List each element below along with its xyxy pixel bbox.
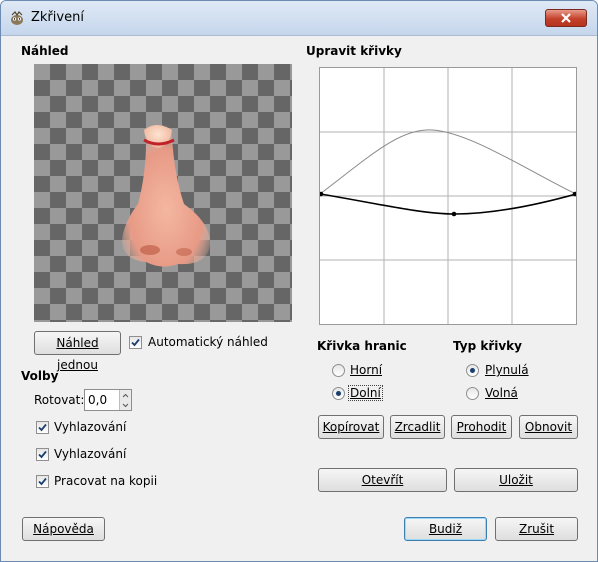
curve-type-heading: Typ křivky xyxy=(453,339,522,353)
help-label: Nápověda xyxy=(33,522,94,536)
preview-canvas xyxy=(34,64,292,322)
cancel-button[interactable]: Zrušit xyxy=(495,517,578,541)
lower-radio[interactable] xyxy=(332,387,345,400)
help-button[interactable]: Nápověda xyxy=(22,517,105,541)
close-icon xyxy=(561,13,571,23)
free-label[interactable]: Volná xyxy=(485,386,518,400)
upper-label[interactable]: Horní xyxy=(350,363,382,377)
upper-radio[interactable] xyxy=(332,364,345,377)
preview-once-label: Náhled jednou xyxy=(56,336,99,372)
mirror-button[interactable]: Zrcadlit xyxy=(390,415,445,439)
copy-button[interactable]: Kopírovat xyxy=(318,415,384,439)
swap-label: Prohodit xyxy=(456,420,507,434)
mirror-label: Zrcadlit xyxy=(394,420,441,434)
antialias1-checkbox[interactable] xyxy=(36,421,49,434)
rotate-label: Rotovat: xyxy=(34,393,85,407)
ok-button[interactable]: Budiž xyxy=(404,517,487,541)
title-bar: Zkřivení xyxy=(1,1,597,36)
spin-down-button[interactable] xyxy=(119,400,131,410)
rotate-input[interactable] xyxy=(88,393,118,407)
save-label: Uložit xyxy=(499,473,533,487)
border-curve-heading: Křivka hranic xyxy=(317,339,407,353)
smooth-radio[interactable] xyxy=(466,364,479,377)
options-heading: Volby xyxy=(21,369,59,383)
antialias1-label[interactable]: Vyhlazování xyxy=(54,420,126,434)
reset-label: Obnovit xyxy=(524,420,573,434)
cancel-label: Zrušit xyxy=(518,522,555,536)
checkmark-icon xyxy=(131,338,140,347)
free-radio[interactable] xyxy=(466,387,479,400)
checkmark-icon xyxy=(38,423,47,432)
swap-button[interactable]: Prohodit xyxy=(451,415,512,439)
preview-heading: Náhled xyxy=(21,44,69,58)
chevron-down-icon xyxy=(122,403,129,408)
auto-preview-checkbox[interactable] xyxy=(129,336,142,349)
checkmark-icon xyxy=(38,477,47,486)
antialias2-label[interactable]: Vyhlazování xyxy=(54,447,126,461)
work-on-copy-checkbox[interactable] xyxy=(36,475,49,488)
antialias2-checkbox[interactable] xyxy=(36,448,49,461)
curve-editor[interactable] xyxy=(319,67,577,325)
lower-label[interactable]: Dolní xyxy=(348,385,383,401)
checkmark-icon xyxy=(38,450,47,459)
open-label: Otevřít xyxy=(361,473,404,487)
rotate-spinner[interactable] xyxy=(84,389,132,411)
ok-label: Budiž xyxy=(428,522,463,536)
curve-graph[interactable] xyxy=(320,68,576,324)
window-title: Zkřivení xyxy=(31,10,84,25)
close-button[interactable] xyxy=(545,9,587,27)
preview-once-button[interactable]: Náhled jednou xyxy=(34,331,121,372)
open-button[interactable]: Otevřít xyxy=(318,468,447,492)
smooth-label[interactable]: Plynulá xyxy=(485,363,529,377)
save-button[interactable]: Uložit xyxy=(454,468,578,492)
copy-label: Kopírovat xyxy=(322,420,380,434)
auto-preview-label[interactable]: Automatický náhled xyxy=(148,335,268,349)
gimp-app-icon xyxy=(11,11,23,25)
curves-heading: Upravit křivky xyxy=(306,44,402,58)
reset-button[interactable]: Obnovit xyxy=(519,415,578,439)
work-on-copy-label[interactable]: Pracovat na kopii xyxy=(54,474,157,488)
nose-preview-image xyxy=(122,123,211,267)
curve-point-middle[interactable] xyxy=(451,211,457,217)
curve-bend-dialog: Zkřivení Náhled Náhled jednou Automatick… xyxy=(0,0,598,562)
